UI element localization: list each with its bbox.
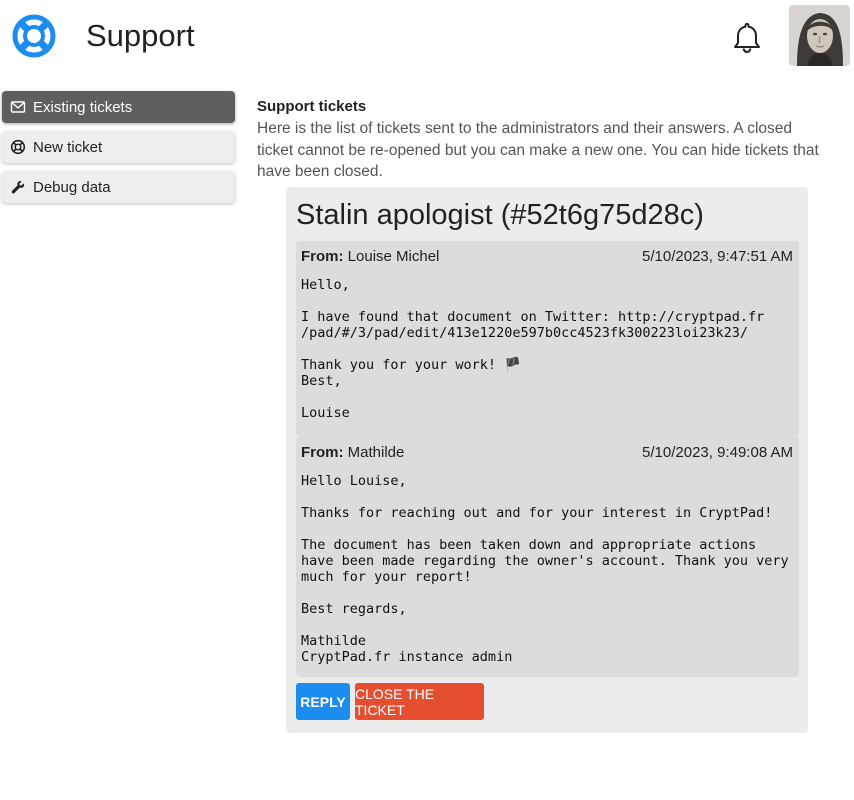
ticket-title: Stalin apologist (#52t6g75d28c): [296, 199, 704, 231]
page-title: Support: [86, 18, 195, 53]
sidebar-item-new-ticket[interactable]: New ticket: [2, 131, 235, 163]
message-body: Hello Louise, Thanks for reaching out an…: [301, 473, 789, 665]
message-body: Hello, I have found that document on Twi…: [301, 277, 765, 421]
bell-icon[interactable]: [729, 20, 765, 56]
message-header: From: Louise Michel 5/10/2023, 9:47:51 A…: [301, 248, 793, 268]
sidebar-item-label: Existing tickets: [33, 98, 133, 116]
message-date: 5/10/2023, 9:49:08 AM: [642, 444, 793, 461]
lifebuoy-icon: [12, 14, 56, 58]
wrench-icon: [10, 179, 26, 195]
message-sender: Louise Michel: [347, 248, 440, 265]
sidebar-item-label: Debug data: [33, 178, 111, 196]
message-sender: Mathilde: [347, 444, 405, 461]
reply-button[interactable]: REPLY: [296, 683, 350, 720]
ticket-card: Stalin apologist (#52t6g75d28c) From: Lo…: [286, 187, 808, 733]
envelope-icon: [10, 99, 26, 115]
sidebar-item-debug-data[interactable]: Debug data: [2, 171, 235, 203]
sidebar: Existing tickets New ticket Debug data: [2, 91, 235, 211]
sidebar-item-existing-tickets[interactable]: Existing tickets: [2, 91, 235, 123]
section-title: Support tickets: [257, 98, 367, 115]
from-label: From:: [301, 444, 344, 461]
message-date: 5/10/2023, 9:47:51 AM: [642, 248, 793, 265]
sidebar-item-label: New ticket: [33, 138, 103, 156]
ticket-message: From: Louise Michel 5/10/2023, 9:47:51 A…: [296, 241, 799, 437]
app-header: Support: [0, 0, 854, 76]
main-content: Support tickets Here is the list of tick…: [257, 97, 827, 183]
close-ticket-button[interactable]: CLOSE THE TICKET: [355, 683, 484, 720]
section-description: Here is the list of tickets sent to the …: [257, 120, 819, 180]
lifebuoy-icon: [10, 139, 26, 155]
ticket-message: From: Mathilde 5/10/2023, 9:49:08 AM Hel…: [296, 437, 799, 677]
avatar[interactable]: [789, 5, 850, 66]
message-header: From: Mathilde 5/10/2023, 9:49:08 AM: [301, 444, 793, 464]
from-label: From:: [301, 248, 344, 265]
